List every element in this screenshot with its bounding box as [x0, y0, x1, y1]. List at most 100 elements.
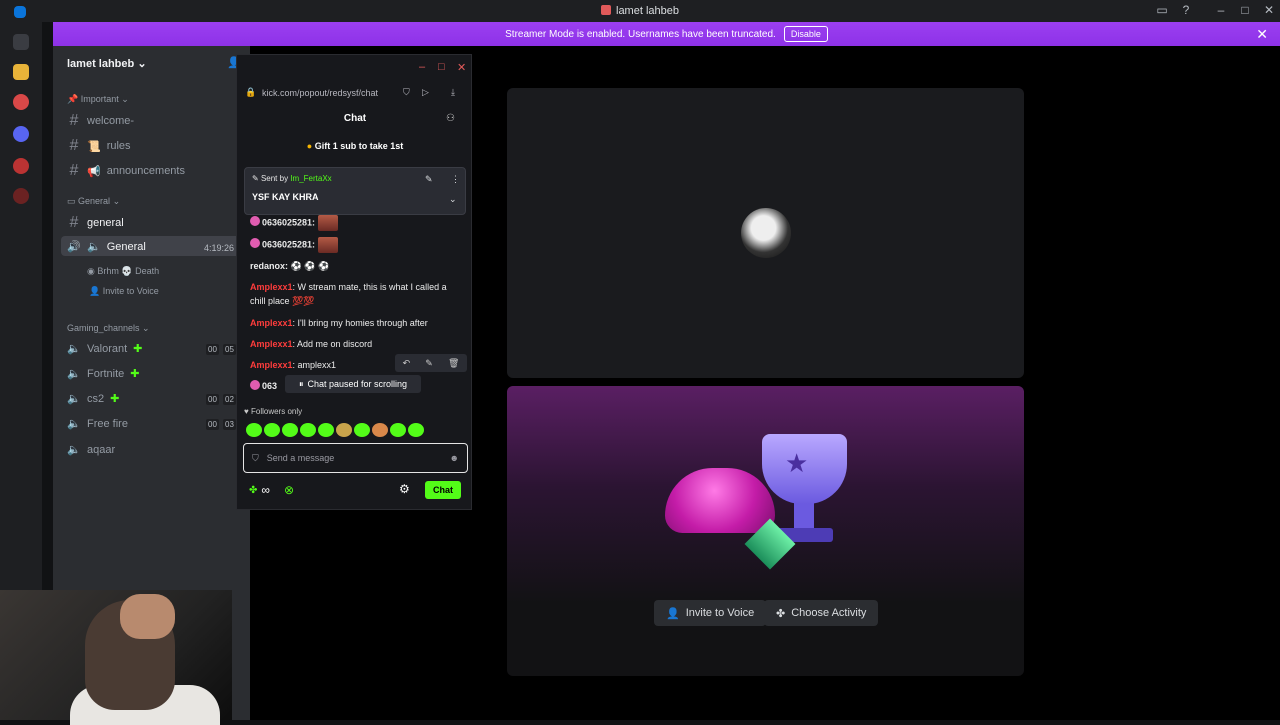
emote-icon[interactable]: [300, 423, 316, 437]
chevron-down-icon[interactable]: ⌄: [449, 194, 457, 205]
chat-message[interactable]: 0636025281:: [250, 237, 460, 253]
send-chat-button[interactable]: Chat: [425, 481, 461, 499]
close-icon[interactable]: ✕: [457, 61, 466, 74]
minimize-icon[interactable]: –: [419, 61, 425, 73]
emote-icon[interactable]: [372, 423, 388, 437]
close-banner-icon[interactable]: ✕: [1256, 26, 1268, 43]
gear-icon[interactable]: ⚙: [399, 482, 410, 496]
points-infinity: ∞: [261, 483, 270, 497]
voice-user[interactable]: ◉ Brhm 💀 Death: [87, 266, 159, 277]
send-icon[interactable]: ▷: [422, 87, 429, 98]
gamepad-icon: ✚: [110, 393, 120, 405]
emote-icon[interactable]: [318, 423, 334, 437]
channel-rules[interactable]: # 📜 rules: [67, 137, 131, 155]
webcam-overlay: [0, 590, 232, 725]
add-user-icon: 👤: [89, 286, 101, 296]
gift-banner[interactable]: ● Gift 1 sub to take 1st: [237, 141, 473, 151]
app-icon-2[interactable]: [13, 158, 29, 174]
freefire-stamp: 00: [206, 419, 219, 430]
category-important[interactable]: 📌 Important ⌄: [67, 94, 129, 105]
disable-button[interactable]: Disable: [783, 26, 828, 42]
url-bar[interactable]: 🔒 kick.com/popout/redsysf/chat ⛉ ▷ ⤓: [237, 83, 473, 103]
help-icon[interactable]: ?: [1178, 3, 1194, 17]
invite-to-voice-button[interactable]: 👤 Invite to Voice: [654, 600, 767, 626]
emote-icon[interactable]: [336, 423, 352, 437]
close-window-icon[interactable]: ✕: [1261, 3, 1277, 17]
chat-message[interactable]: Amplexx1: Add me on discord: [250, 337, 460, 351]
category-general[interactable]: ▭ General ⌄: [67, 196, 120, 207]
chat-message[interactable]: Amplexx1: W stream mate, this is what I …: [250, 280, 460, 308]
app-icon-1[interactable]: [13, 94, 29, 110]
emote-icon: [317, 237, 338, 253]
channel-aqaar[interactable]: 🔈 aqaar: [67, 443, 115, 457]
emote-icon[interactable]: [408, 423, 424, 437]
heart-icon: ♥: [244, 407, 249, 416]
channel-general-voice[interactable]: 🔊 🔈 General: [67, 240, 146, 254]
channel-cs2[interactable]: 🔈 cs2 ✚: [67, 392, 120, 406]
speaker-icon: 🔈: [67, 343, 81, 355]
download-icon[interactable]: ⤓: [451, 87, 455, 98]
channel-announcements[interactable]: # 📢 announcements: [67, 162, 185, 180]
channel-freefire[interactable]: 🔈 Free fire: [67, 417, 128, 431]
chat-paused-banner[interactable]: ⏸ Chat paused for scrolling: [285, 375, 421, 393]
server-logo-icon: [601, 5, 611, 15]
shield-icon[interactable]: ⛉: [403, 87, 410, 98]
message-actions: ↶ ✎ 🗑: [395, 354, 467, 372]
inbox-icon[interactable]: ▭: [1154, 3, 1170, 17]
chat-message[interactable]: 0636025281:: [250, 215, 460, 231]
choose-activity-button[interactable]: ✤ Choose Activity: [764, 600, 879, 626]
gamepad-icon: ✚: [133, 343, 143, 355]
pin-icon: ✎: [252, 174, 259, 183]
text-channel-icon: #: [69, 137, 79, 154]
category-gaming[interactable]: Gaming_channels ⌄: [67, 323, 150, 334]
channel-general-text[interactable]: # general: [67, 214, 124, 232]
channel-fortnite[interactable]: 🔈 Fortnite ✚: [67, 367, 139, 381]
folder-icon[interactable]: [13, 64, 29, 80]
taskview-icon[interactable]: [13, 34, 29, 50]
pinned-sender[interactable]: Im_FertaXx: [290, 174, 331, 183]
webcam-hand: [120, 594, 175, 639]
maximize-icon[interactable]: □: [438, 61, 445, 73]
chevron-down-icon: ⌄: [137, 58, 147, 70]
chat-message[interactable]: redanox: ⚽ ⚽ ⚽: [250, 259, 460, 273]
discord-icon[interactable]: [13, 126, 29, 142]
more-icon[interactable]: ⋮: [451, 174, 460, 185]
pinned-message[interactable]: ✎ Sent by Im_FertaXx YSF KAY KHRA ✎ ⋮ ⌄: [244, 167, 466, 215]
chat-message[interactable]: Amplexx1: I'll bring my homies through a…: [250, 316, 460, 330]
maximize-icon[interactable]: □: [1237, 3, 1253, 17]
kick-points-icon[interactable]: ⊗: [284, 483, 294, 497]
emote-icon[interactable]: [282, 423, 298, 437]
minimize-icon[interactable]: –: [1213, 3, 1229, 17]
emote-icon[interactable]: [390, 423, 406, 437]
delete-icon[interactable]: 🗑: [448, 358, 459, 369]
emoji-icon[interactable]: ☻: [450, 453, 459, 463]
emote-icon: [317, 215, 338, 231]
users-icon[interactable]: ⚇: [446, 113, 455, 124]
channel-welcome[interactable]: # welcome-: [67, 112, 135, 130]
activity-icon: ✤: [776, 607, 786, 620]
windows-start-icon[interactable]: [14, 6, 26, 18]
sub-badge-icon: [250, 380, 260, 390]
pause-icon: ⏸: [298, 378, 304, 389]
server-rail: [0, 0, 42, 600]
speaker-icon: 🔈: [67, 418, 81, 430]
chat-input[interactable]: ⛉ Send a message ☻: [243, 443, 468, 473]
cs2-stamp: 00: [206, 394, 219, 405]
gift-badge-icon: ●: [306, 141, 313, 151]
valorant-stamp: 05: [223, 344, 236, 355]
user-video-tile[interactable]: [507, 88, 1024, 378]
reply-icon[interactable]: ↶: [403, 358, 411, 369]
app-icon-3[interactable]: [13, 188, 29, 204]
emote-icon[interactable]: [264, 423, 280, 437]
channel-valorant[interactable]: 🔈 Valorant ✚: [67, 342, 143, 356]
invite-to-voice-link[interactable]: 👤 Invite to Voice: [89, 286, 159, 297]
rules-emoji-icon: 📜: [87, 140, 101, 153]
unpin-icon[interactable]: ✎: [425, 174, 433, 185]
sub-badge-icon: [250, 238, 260, 249]
chat-input-placeholder: Send a message: [266, 453, 335, 463]
pin-icon[interactable]: ✎: [425, 358, 433, 369]
emote-icon[interactable]: [354, 423, 370, 437]
emote-icon[interactable]: [246, 423, 262, 437]
add-user-icon: 👤: [666, 607, 680, 620]
server-name[interactable]: lamet lahbeb ⌄: [67, 57, 147, 70]
